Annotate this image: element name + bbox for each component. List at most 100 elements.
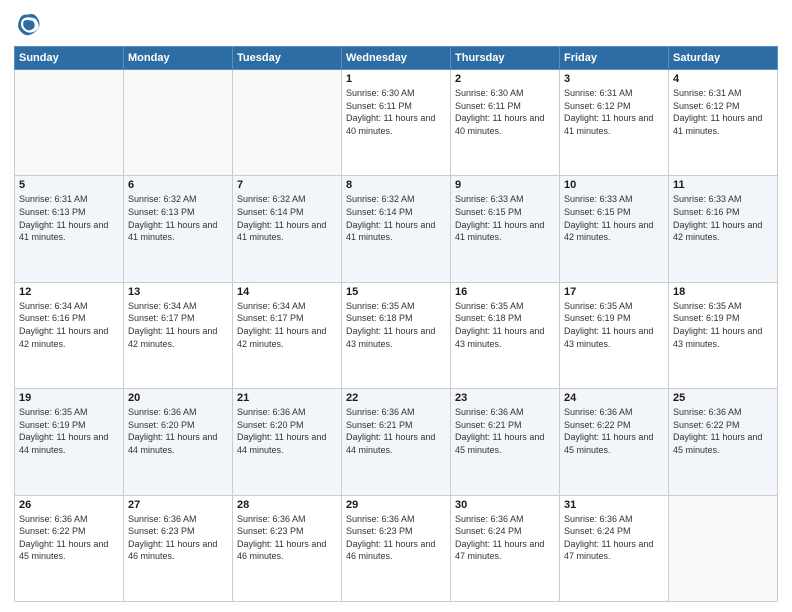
calendar-cell: 28 Sunrise: 6:36 AMSunset: 6:23 PMDayligh… <box>233 495 342 601</box>
calendar-cell: 15 Sunrise: 6:35 AMSunset: 6:18 PMDayligh… <box>342 282 451 388</box>
day-number: 28 <box>237 499 337 511</box>
day-number: 1 <box>346 73 446 85</box>
day-info: Sunrise: 6:36 AMSunset: 6:22 PMDaylight:… <box>673 406 773 456</box>
day-number: 22 <box>346 392 446 404</box>
day-info: Sunrise: 6:36 AMSunset: 6:21 PMDaylight:… <box>455 406 555 456</box>
calendar-cell: 29 Sunrise: 6:36 AMSunset: 6:23 PMDayligh… <box>342 495 451 601</box>
day-number: 24 <box>564 392 664 404</box>
day-info: Sunrise: 6:32 AMSunset: 6:14 PMDaylight:… <box>346 193 446 243</box>
calendar-cell: 1Sunrise: 6:30 AMSunset: 6:11 PMDaylight… <box>342 70 451 176</box>
day-number: 8 <box>346 179 446 191</box>
day-number: 17 <box>564 286 664 298</box>
calendar-cell <box>669 495 778 601</box>
day-number: 18 <box>673 286 773 298</box>
day-info: Sunrise: 6:36 AMSunset: 6:20 PMDaylight:… <box>128 406 228 456</box>
day-number: 15 <box>346 286 446 298</box>
day-number: 26 <box>19 499 119 511</box>
day-number: 10 <box>564 179 664 191</box>
day-info: Sunrise: 6:36 AMSunset: 6:23 PMDaylight:… <box>237 513 337 563</box>
day-number: 7 <box>237 179 337 191</box>
calendar-cell: 21Sunrise: 6:36 AMSunset: 6:20 PMDayligh… <box>233 389 342 495</box>
calendar-cell <box>233 70 342 176</box>
calendar-cell: 31 Sunrise: 6:36 AMSunset: 6:24 PMDayligh… <box>560 495 669 601</box>
day-number: 9 <box>455 179 555 191</box>
day-info: Sunrise: 6:35 AMSunset: 6:19 PMDaylight:… <box>673 300 773 350</box>
calendar-cell: 20 Sunrise: 6:36 AMSunset: 6:20 PMDayligh… <box>124 389 233 495</box>
day-info: Sunrise: 6:33 AMSunset: 6:15 PMDaylight:… <box>564 193 664 243</box>
day-number: 2 <box>455 73 555 85</box>
weekday-header-wednesday: Wednesday <box>342 47 451 70</box>
day-info: Sunrise: 6:33 AMSunset: 6:16 PMDaylight:… <box>673 193 773 243</box>
day-number: 23 <box>455 392 555 404</box>
day-info: Sunrise: 6:31 AMSunset: 6:12 PMDaylight:… <box>673 87 773 137</box>
calendar-cell: 17 Sunrise: 6:35 AMSunset: 6:19 PMDayligh… <box>560 282 669 388</box>
calendar-cell: 8 Sunrise: 6:32 AMSunset: 6:14 PMDaylight… <box>342 176 451 282</box>
calendar-cell: 18 Sunrise: 6:35 AMSunset: 6:19 PMDayligh… <box>669 282 778 388</box>
day-info: Sunrise: 6:35 AMSunset: 6:18 PMDaylight:… <box>455 300 555 350</box>
day-info: Sunrise: 6:30 AMSunset: 6:11 PMDaylight:… <box>455 87 555 137</box>
week-row-2: 5 Sunrise: 6:31 AMSunset: 6:13 PMDaylight… <box>15 176 778 282</box>
calendar-cell: 25 Sunrise: 6:36 AMSunset: 6:22 PMDayligh… <box>669 389 778 495</box>
day-info: Sunrise: 6:31 AMSunset: 6:12 PMDaylight:… <box>564 87 664 137</box>
day-info: Sunrise: 6:31 AMSunset: 6:13 PMDaylight:… <box>19 193 119 243</box>
calendar-cell: 10 Sunrise: 6:33 AMSunset: 6:15 PMDayligh… <box>560 176 669 282</box>
calendar-cell: 9Sunrise: 6:33 AMSunset: 6:15 PMDaylight… <box>451 176 560 282</box>
calendar-cell: 30Sunrise: 6:36 AMSunset: 6:24 PMDayligh… <box>451 495 560 601</box>
day-number: 13 <box>128 286 228 298</box>
weekday-header-sunday: Sunday <box>15 47 124 70</box>
day-number: 3 <box>564 73 664 85</box>
day-number: 6 <box>128 179 228 191</box>
weekday-header-thursday: Thursday <box>451 47 560 70</box>
logo-icon <box>14 10 42 38</box>
calendar-cell: 19Sunrise: 6:35 AMSunset: 6:19 PMDayligh… <box>15 389 124 495</box>
calendar-cell: 5 Sunrise: 6:31 AMSunset: 6:13 PMDaylight… <box>15 176 124 282</box>
day-info: Sunrise: 6:36 AMSunset: 6:23 PMDaylight:… <box>346 513 446 563</box>
day-number: 25 <box>673 392 773 404</box>
calendar-cell: 3 Sunrise: 6:31 AMSunset: 6:12 PMDaylight… <box>560 70 669 176</box>
day-info: Sunrise: 6:32 AMSunset: 6:14 PMDaylight:… <box>237 193 337 243</box>
day-number: 27 <box>128 499 228 511</box>
day-number: 5 <box>19 179 119 191</box>
calendar-cell: 14Sunrise: 6:34 AMSunset: 6:17 PMDayligh… <box>233 282 342 388</box>
day-number: 20 <box>128 392 228 404</box>
header <box>14 10 778 38</box>
day-info: Sunrise: 6:36 AMSunset: 6:24 PMDaylight:… <box>455 513 555 563</box>
calendar-cell: 24 Sunrise: 6:36 AMSunset: 6:22 PMDayligh… <box>560 389 669 495</box>
calendar-cell: 26 Sunrise: 6:36 AMSunset: 6:22 PMDayligh… <box>15 495 124 601</box>
day-number: 29 <box>346 499 446 511</box>
calendar-cell: 2 Sunrise: 6:30 AMSunset: 6:11 PMDaylight… <box>451 70 560 176</box>
day-info: Sunrise: 6:34 AMSunset: 6:17 PMDaylight:… <box>128 300 228 350</box>
calendar-cell: 6 Sunrise: 6:32 AMSunset: 6:13 PMDaylight… <box>124 176 233 282</box>
day-info: Sunrise: 6:32 AMSunset: 6:13 PMDaylight:… <box>128 193 228 243</box>
calendar-cell: 11 Sunrise: 6:33 AMSunset: 6:16 PMDayligh… <box>669 176 778 282</box>
week-row-3: 12Sunrise: 6:34 AMSunset: 6:16 PMDayligh… <box>15 282 778 388</box>
week-row-4: 19Sunrise: 6:35 AMSunset: 6:19 PMDayligh… <box>15 389 778 495</box>
day-info: Sunrise: 6:35 AMSunset: 6:19 PMDaylight:… <box>564 300 664 350</box>
calendar-cell: 12Sunrise: 6:34 AMSunset: 6:16 PMDayligh… <box>15 282 124 388</box>
calendar-cell: 16Sunrise: 6:35 AMSunset: 6:18 PMDayligh… <box>451 282 560 388</box>
weekday-header-tuesday: Tuesday <box>233 47 342 70</box>
logo <box>14 10 46 38</box>
page: SundayMondayTuesdayWednesdayThursdayFrid… <box>0 0 792 612</box>
day-info: Sunrise: 6:36 AMSunset: 6:22 PMDaylight:… <box>19 513 119 563</box>
calendar-cell: 27 Sunrise: 6:36 AMSunset: 6:23 PMDayligh… <box>124 495 233 601</box>
day-info: Sunrise: 6:36 AMSunset: 6:24 PMDaylight:… <box>564 513 664 563</box>
day-info: Sunrise: 6:36 AMSunset: 6:20 PMDaylight:… <box>237 406 337 456</box>
day-number: 19 <box>19 392 119 404</box>
day-number: 31 <box>564 499 664 511</box>
calendar-cell: 4Sunrise: 6:31 AMSunset: 6:12 PMDaylight… <box>669 70 778 176</box>
weekday-header-monday: Monday <box>124 47 233 70</box>
week-row-5: 26 Sunrise: 6:36 AMSunset: 6:22 PMDayligh… <box>15 495 778 601</box>
day-info: Sunrise: 6:35 AMSunset: 6:18 PMDaylight:… <box>346 300 446 350</box>
day-info: Sunrise: 6:36 AMSunset: 6:21 PMDaylight:… <box>346 406 446 456</box>
calendar-cell: 13 Sunrise: 6:34 AMSunset: 6:17 PMDayligh… <box>124 282 233 388</box>
day-number: 11 <box>673 179 773 191</box>
day-number: 14 <box>237 286 337 298</box>
weekday-header-saturday: Saturday <box>669 47 778 70</box>
day-info: Sunrise: 6:36 AMSunset: 6:23 PMDaylight:… <box>128 513 228 563</box>
calendar-cell <box>15 70 124 176</box>
calendar-cell: 7 Sunrise: 6:32 AMSunset: 6:14 PMDaylight… <box>233 176 342 282</box>
week-row-1: 1 Sunrise: 6:30 AMSunset: 6:11 PMDaylight… <box>15 70 778 176</box>
calendar-cell: 22 Sunrise: 6:36 AMSunset: 6:21 PMDayligh… <box>342 389 451 495</box>
day-info: Sunrise: 6:36 AMSunset: 6:22 PMDaylight:… <box>564 406 664 456</box>
